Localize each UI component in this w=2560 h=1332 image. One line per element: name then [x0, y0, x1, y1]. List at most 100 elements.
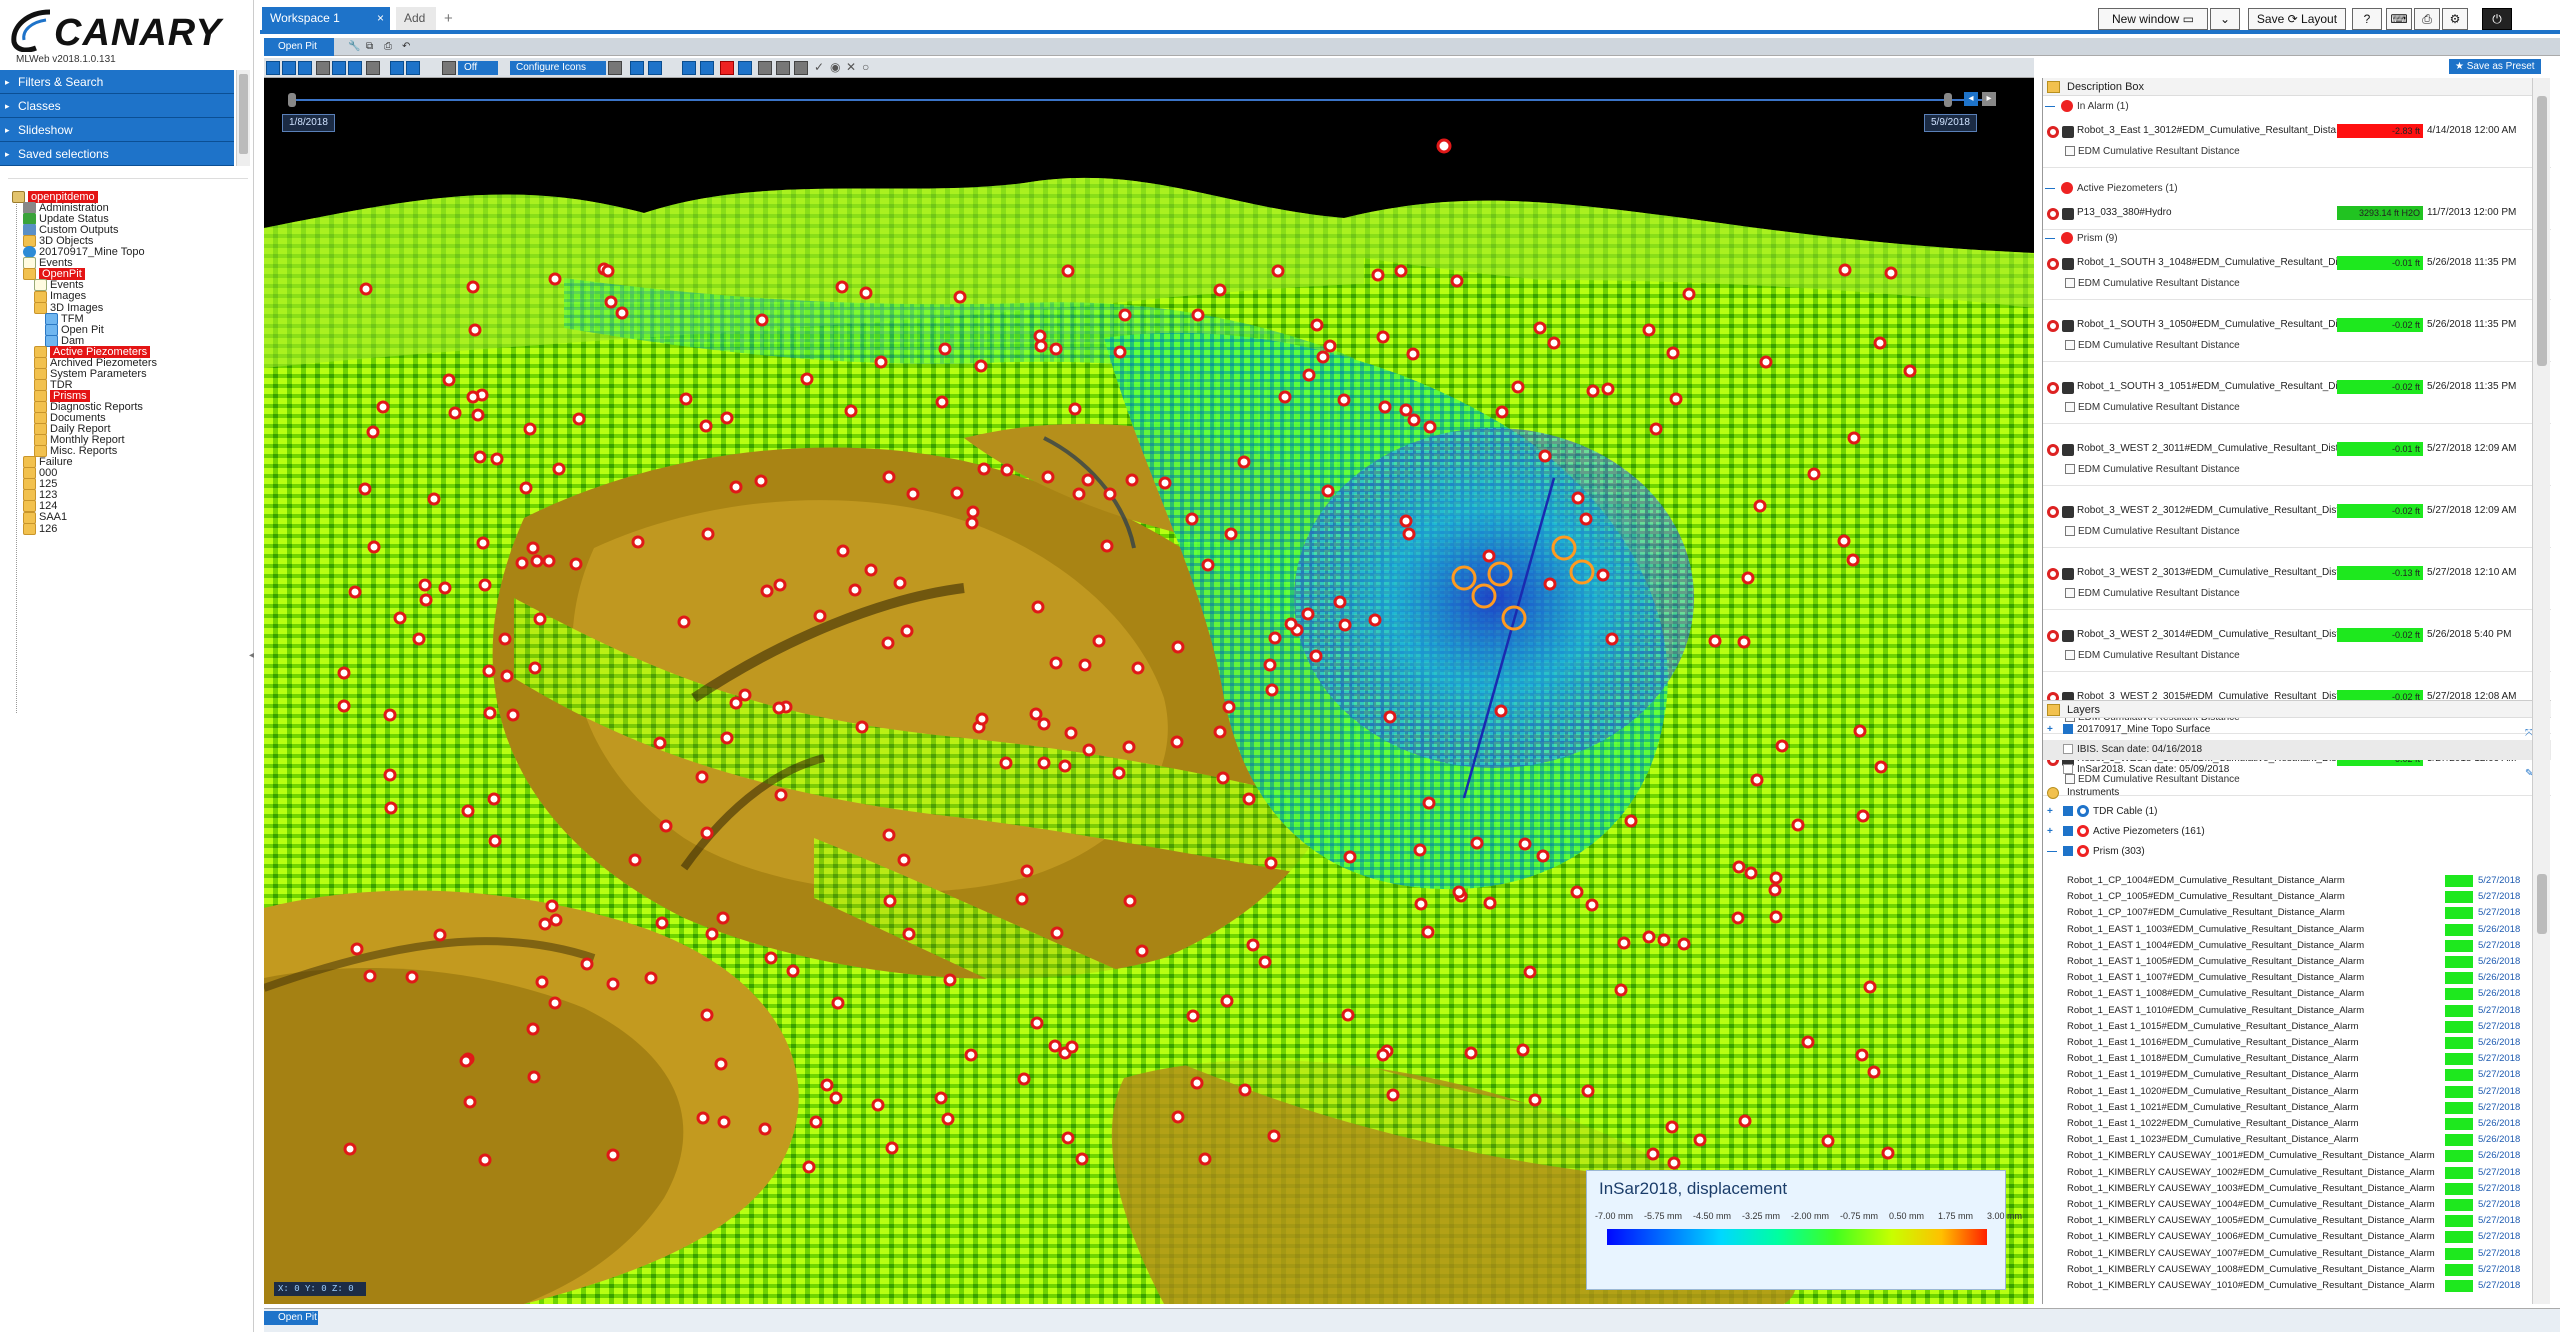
record-icon[interactable]: [720, 61, 734, 75]
description-row[interactable]: Robot_3_WEST 2_3012#EDM_Cumulative_Resul…: [2043, 498, 2551, 548]
prism-marker[interactable]: [1874, 760, 1888, 774]
description-row[interactable]: Robot_3_East 1_3012#EDM_Cumulative_Resul…: [2043, 118, 2551, 168]
tab-workspace-1[interactable]: Workspace 1 ×: [262, 7, 390, 30]
prism-marker[interactable]: [1222, 700, 1236, 714]
prism-list-item[interactable]: Robot_1_East 1_1015#EDM_Cumulative_Resul…: [2043, 1020, 2551, 1034]
prism-marker[interactable]: [526, 541, 540, 555]
prism-marker[interactable]: [1323, 339, 1337, 353]
prism-list-item[interactable]: Robot_1_KIMBERLY CAUSEWAY_1003#EDM_Cumul…: [2043, 1182, 2551, 1196]
expand-icon[interactable]: [266, 61, 280, 75]
prism-marker[interactable]: [1669, 392, 1683, 406]
prism-marker[interactable]: [1666, 346, 1680, 360]
undock-icon[interactable]: ⧉: [366, 38, 373, 56]
screen-icon[interactable]: [348, 61, 362, 75]
prism-marker[interactable]: [1538, 449, 1552, 463]
prism-marker[interactable]: [515, 556, 529, 570]
prism-marker[interactable]: [535, 975, 549, 989]
prism-marker[interactable]: [1581, 1084, 1595, 1098]
prism-marker[interactable]: [705, 927, 719, 941]
prism-marker[interactable]: [764, 951, 778, 965]
crosshair-icon[interactable]: [608, 61, 622, 75]
prism-marker[interactable]: [1122, 740, 1136, 754]
window-icon[interactable]: [700, 61, 714, 75]
layer-checkbox[interactable]: [2063, 724, 2073, 735]
prism-list-item[interactable]: Robot_1_East 1_1020#EDM_Cumulative_Resul…: [2043, 1085, 2551, 1099]
description-row[interactable]: P13_033_380#Hydro 3293.14 ft H2O 11/7/2013…: [2043, 200, 2551, 230]
prism-marker[interactable]: [1518, 837, 1532, 851]
draw-line-icon[interactable]: [390, 61, 404, 75]
timer-icon[interactable]: [738, 61, 752, 75]
prism-marker[interactable]: [1657, 933, 1671, 947]
camera-icon[interactable]: [630, 61, 644, 75]
prism-marker[interactable]: [1903, 364, 1917, 378]
prism-marker[interactable]: [1131, 661, 1145, 675]
prism-marker[interactable]: [720, 411, 734, 425]
prism-marker[interactable]: [874, 355, 888, 369]
eye-icon[interactable]: ◉: [830, 60, 840, 74]
prism-marker[interactable]: [1118, 308, 1132, 322]
prism-marker[interactable]: [478, 1153, 492, 1167]
prism-marker[interactable]: [1201, 558, 1215, 572]
prism-marker[interactable]: [1421, 925, 1435, 939]
prism-marker[interactable]: [488, 834, 502, 848]
prism-marker[interactable]: [1571, 491, 1585, 505]
prism-marker[interactable]: [448, 406, 462, 420]
collapse-icon[interactable]: —: [2045, 101, 2055, 112]
prism-marker[interactable]: [1037, 717, 1051, 731]
prism-marker[interactable]: [1821, 1134, 1835, 1148]
prism-marker[interactable]: [953, 290, 967, 304]
prism-marker[interactable]: [729, 696, 743, 710]
prism-marker[interactable]: [653, 736, 667, 750]
prism-marker[interactable]: [1753, 499, 1767, 513]
save-as-preset-button[interactable]: ★ Save as Preset: [2449, 59, 2541, 74]
prism-marker[interactable]: [1082, 743, 1096, 757]
description-section-header[interactable]: — In Alarm (1): [2045, 98, 2129, 116]
prism-marker[interactable]: [572, 412, 586, 426]
prism-marker[interactable]: [848, 583, 862, 597]
prism-list-item[interactable]: Robot_1_East 1_1022#EDM_Cumulative_Resul…: [2043, 1117, 2551, 1131]
prism-marker[interactable]: [943, 973, 957, 987]
prism-marker[interactable]: [384, 801, 398, 815]
prism-marker[interactable]: [773, 578, 787, 592]
prism-marker[interactable]: [1103, 487, 1117, 501]
prism-marker[interactable]: [1075, 1152, 1089, 1166]
toggle-view-icon[interactable]: [442, 61, 456, 75]
group-checkbox[interactable]: [2063, 846, 2073, 857]
prism-marker[interactable]: [1847, 431, 1861, 445]
prism-marker[interactable]: [897, 853, 911, 867]
prism-marker[interactable]: [363, 969, 377, 983]
prism-marker[interactable]: [1677, 937, 1691, 951]
prism-marker[interactable]: [1769, 910, 1783, 924]
prism-marker[interactable]: [1338, 618, 1352, 632]
prism-marker[interactable]: [1873, 336, 1887, 350]
prism-marker[interactable]: [1033, 329, 1047, 343]
prism-marker[interactable]: [1528, 1093, 1542, 1107]
prism-marker[interactable]: [542, 554, 556, 568]
prism-marker[interactable]: [1185, 512, 1199, 526]
prism-marker[interactable]: [1791, 818, 1805, 832]
prism-marker[interactable]: [755, 313, 769, 327]
video-icon[interactable]: [776, 61, 790, 75]
download-icon[interactable]: [298, 61, 312, 75]
prism-marker[interactable]: [1884, 266, 1898, 280]
prism-marker[interactable]: [882, 828, 896, 842]
prism-marker[interactable]: [701, 527, 715, 541]
prism-marker[interactable]: [1015, 892, 1029, 906]
prism-marker[interactable]: [337, 666, 351, 680]
prism-marker[interactable]: [468, 323, 482, 337]
prism-marker[interactable]: [526, 1022, 540, 1036]
prism-marker[interactable]: [902, 927, 916, 941]
prism-list-item[interactable]: Robot_1_KIMBERLY CAUSEWAY_1004#EDM_Cumul…: [2043, 1198, 2551, 1212]
prism-marker[interactable]: [471, 408, 485, 422]
layer-checkbox[interactable]: [2063, 744, 2073, 755]
prism-marker[interactable]: [1216, 771, 1230, 785]
prism-marker[interactable]: [716, 911, 730, 925]
prism-marker[interactable]: [1333, 595, 1347, 609]
prism-marker[interactable]: [813, 609, 827, 623]
prism-marker[interactable]: [1263, 658, 1277, 672]
prism-marker[interactable]: [1423, 420, 1437, 434]
prism-marker[interactable]: [774, 788, 788, 802]
prism-marker[interactable]: [1170, 735, 1184, 749]
prism-marker[interactable]: [1113, 345, 1127, 359]
prism-marker[interactable]: [1769, 871, 1783, 885]
